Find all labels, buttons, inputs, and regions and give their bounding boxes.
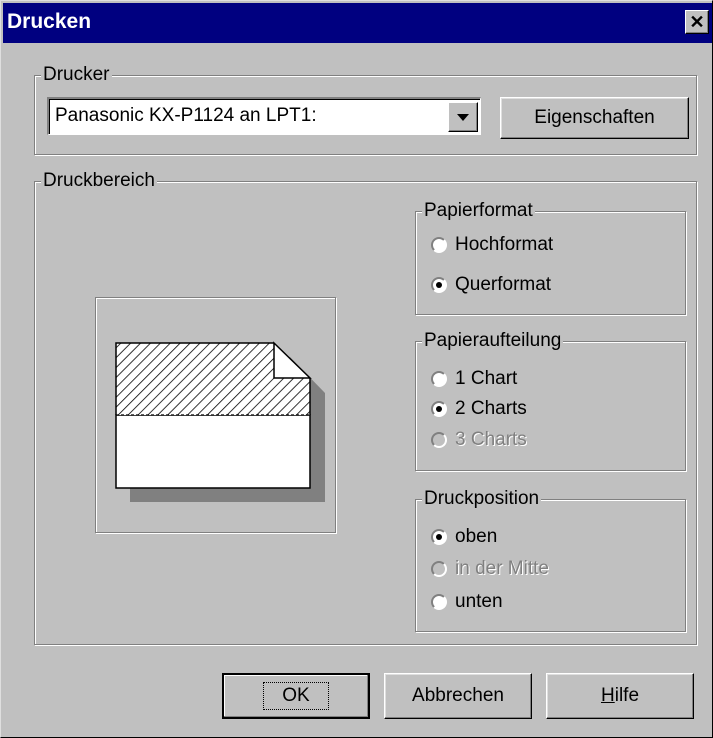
properties-button-label: Eigenschaften	[534, 107, 655, 128]
chevron-down-icon[interactable]	[448, 102, 478, 132]
print-position-legend: Druckposition	[422, 488, 542, 509]
radio-top-label: oben	[455, 526, 498, 547]
cancel-button-label: Abbrechen	[412, 685, 504, 706]
radio-top[interactable]: oben	[431, 524, 497, 550]
radio-3-charts: 3 Charts	[431, 427, 527, 453]
radio-middle: in der Mitte	[431, 556, 549, 582]
print-area-group-legend: Druckbereich	[41, 170, 157, 191]
close-button[interactable]: ✕	[685, 10, 709, 34]
radio-middle-label: in der Mitte	[455, 558, 549, 579]
ok-button[interactable]: OK	[222, 673, 370, 719]
page-preview	[95, 297, 336, 533]
printer-select[interactable]: Panasonic KX-P1124 an LPT1:	[47, 97, 481, 135]
ok-button-label: OK	[263, 682, 329, 710]
radio-1-chart-circle[interactable]	[431, 371, 447, 387]
radio-bottom-label: unten	[455, 591, 503, 612]
radio-2-charts-circle[interactable]	[431, 401, 447, 417]
properties-button[interactable]: Eigenschaften	[500, 97, 689, 139]
paper-format-legend: Papierformat	[422, 200, 535, 221]
radio-top-circle[interactable]	[431, 529, 447, 545]
printer-group-legend: Drucker	[41, 64, 112, 85]
radio-landscape[interactable]: Querformat	[431, 272, 551, 298]
radio-3-charts-circle	[431, 432, 447, 448]
radio-middle-circle	[431, 561, 447, 577]
title-bar[interactable]: Drucken ✕	[3, 3, 712, 43]
radio-landscape-label: Querformat	[455, 274, 552, 295]
cancel-button[interactable]: Abbrechen	[384, 673, 532, 719]
print-dialog: Drucken ✕ Drucker Panasonic KX-P1124 an …	[0, 0, 713, 738]
radio-3-charts-label: 3 Charts	[455, 429, 527, 450]
radio-2-charts[interactable]: 2 Charts	[431, 396, 527, 422]
help-button[interactable]: Hilfe	[546, 673, 694, 719]
radio-2-charts-label: 2 Charts	[455, 398, 527, 419]
radio-portrait[interactable]: Hochformat	[431, 232, 553, 258]
close-icon: ✕	[689, 12, 705, 32]
help-button-label: Hilfe	[601, 685, 639, 707]
radio-1-chart-label: 1 Chart	[455, 368, 518, 389]
paper-division-legend: Papieraufteilung	[422, 330, 564, 351]
radio-bottom-circle[interactable]	[431, 594, 447, 610]
help-mnemonic: H	[600, 685, 615, 706]
radio-portrait-label: Hochformat	[455, 234, 554, 255]
page-preview-icon	[115, 341, 325, 502]
radio-bottom[interactable]: unten	[431, 589, 503, 615]
radio-portrait-circle[interactable]	[431, 237, 447, 253]
radio-1-chart[interactable]: 1 Chart	[431, 366, 517, 392]
window-title: Drucken	[7, 10, 92, 33]
help-label-rest: ilfe	[614, 685, 640, 706]
printer-select-value: Panasonic KX-P1124 an LPT1:	[55, 105, 317, 126]
radio-landscape-circle[interactable]	[431, 277, 447, 293]
paper-format-group: Papierformat	[415, 201, 686, 315]
